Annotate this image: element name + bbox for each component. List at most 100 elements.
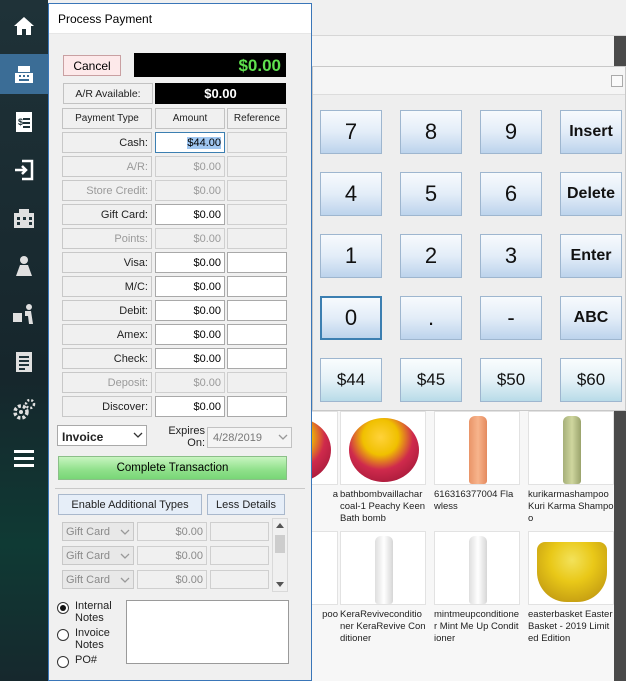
expires-date-picker[interactable]: 4/28/2019 — [207, 427, 292, 448]
payment-reference-field[interactable] — [227, 252, 287, 273]
additional-amount-field: $0.00 — [137, 522, 207, 541]
product-tile[interactable]: easterbasket Easter Basket - 2019 Limite… — [528, 531, 614, 645]
enable-additional-types-button[interactable]: Enable Additional Types — [58, 494, 202, 515]
additional-payment-row: Gift Card $0.00 — [62, 546, 272, 566]
keypad-key[interactable]: 2 — [400, 234, 462, 278]
payment-row: Store Credit: $0.00 — [62, 180, 287, 202]
payment-amount-value: $0.00 — [193, 209, 221, 221]
payment-amount-value: $44.00 — [187, 137, 221, 149]
sidebar-item-delivery[interactable] — [0, 294, 48, 334]
product-caption: KeraReviveconditioner KeraRevive Conditi… — [340, 609, 426, 644]
payment-row: Amex: $0.00 — [62, 324, 287, 346]
keypad-key[interactable]: 0 — [320, 296, 382, 340]
payment-amount-field[interactable]: $0.00 — [155, 348, 225, 369]
keypad-key[interactable]: 4 — [320, 172, 382, 216]
payment-reference-field[interactable] — [227, 132, 287, 153]
radio-label: Invoice Notes — [75, 627, 110, 651]
payment-amount-field: $0.00 — [155, 228, 225, 249]
note-radio-option[interactable]: Internal Notes — [57, 600, 115, 624]
sidebar-item-customers[interactable] — [0, 246, 48, 286]
payment-row: Gift Card: $0.00 — [62, 204, 287, 226]
payment-type-label: Deposit: — [62, 372, 152, 393]
keypad-key[interactable]: $50 — [480, 358, 542, 402]
keypad-key[interactable]: . — [400, 296, 462, 340]
total-due-display: $0.00 — [134, 53, 286, 77]
document-type-select[interactable]: Invoice — [57, 425, 147, 446]
payment-reference-field[interactable] — [227, 324, 287, 345]
keypad-key[interactable]: 7 — [320, 110, 382, 154]
keypad-key[interactable]: 6 — [480, 172, 542, 216]
keypad-close-button[interactable] — [611, 75, 623, 87]
complete-transaction-button[interactable]: Complete Transaction — [58, 456, 287, 480]
payment-reference-field[interactable] — [227, 348, 287, 369]
payment-reference-field[interactable] — [227, 396, 287, 417]
sidebar-item-menu[interactable] — [0, 438, 48, 478]
sidebar-item-settings[interactable] — [0, 390, 48, 430]
payment-type-label: Points: — [62, 228, 152, 249]
product-tile[interactable]: bathbombvaillacharcoal-1 Peachy Keen Bat… — [340, 411, 426, 525]
payment-amount-field[interactable]: $0.00 — [155, 300, 225, 321]
payment-amount-field[interactable]: $44.00 — [155, 132, 225, 153]
payment-reference-field[interactable] — [227, 300, 287, 321]
keypad-key[interactable]: ABC — [560, 296, 622, 340]
keypad-key[interactable]: $60 — [560, 358, 622, 402]
payment-amount-value: $0.00 — [193, 233, 221, 245]
keypad-key[interactable]: Insert — [560, 110, 622, 154]
keypad-key[interactable]: 8 — [400, 110, 462, 154]
keypad-key[interactable]: 9 — [480, 110, 542, 154]
product-tile[interactable]: mintmeupconditioner Mint Me Up Condition… — [434, 531, 520, 645]
payment-reference-field — [227, 228, 287, 249]
scrollbar-thumb[interactable] — [275, 535, 285, 553]
sidebar-item-reports[interactable] — [0, 342, 48, 382]
sidebar-item-register[interactable] — [0, 54, 48, 94]
product-grid: a bathbombvaillacharcoal-1 Peachy Keen Ba… — [252, 411, 614, 681]
note-radio-option[interactable]: Invoice Notes — [57, 627, 115, 651]
payment-amount-field[interactable]: $0.00 — [155, 324, 225, 345]
expires-date-value: 4/28/2019 — [213, 432, 262, 444]
product-tile[interactable]: KeraReviveconditioner KeraRevive Conditi… — [340, 531, 426, 645]
sidebar-item-invoice[interactable]: $ — [0, 102, 48, 142]
product-caption: mintmeupconditioner Mint Me Up Condition… — [434, 609, 520, 644]
product-caption: easterbasket Easter Basket - 2019 Limite… — [528, 609, 613, 644]
product-caption: 616316377004 Flawless — [434, 489, 514, 512]
keypad-key[interactable]: $44 — [320, 358, 382, 402]
payment-amount-field[interactable]: $0.00 — [155, 396, 225, 417]
keypad-key[interactable]: $45 — [400, 358, 462, 402]
radio-button[interactable] — [57, 629, 69, 641]
additional-rows-scrollbar[interactable] — [272, 518, 288, 592]
payment-reference-field[interactable] — [227, 276, 287, 297]
keypad-key[interactable]: Delete — [560, 172, 622, 216]
chevron-down-icon — [278, 434, 288, 440]
product-tile[interactable]: kurikarmashampoo Kuri Karma Shampoo — [528, 411, 614, 525]
svg-text:$: $ — [18, 117, 23, 127]
keypad-titlebar — [313, 67, 625, 95]
additional-type-value: Gift Card — [66, 526, 111, 538]
notes-textarea[interactable] — [126, 600, 289, 664]
sidebar-item-login[interactable] — [0, 150, 48, 190]
cancel-button[interactable]: Cancel — [63, 55, 121, 76]
radio-button[interactable] — [57, 602, 69, 614]
less-details-button[interactable]: Less Details — [207, 494, 285, 515]
payment-amount-value: $0.00 — [193, 161, 221, 173]
sidebar-item-building[interactable] — [0, 198, 48, 238]
additional-type-value: Gift Card — [66, 574, 111, 586]
payment-row: Check: $0.00 — [62, 348, 287, 370]
payment-amount-field[interactable]: $0.00 — [155, 276, 225, 297]
payment-type-label: Discover: — [62, 396, 152, 417]
radio-button[interactable] — [57, 656, 69, 668]
payment-amount-field[interactable]: $0.00 — [155, 252, 225, 273]
sidebar-item-home[interactable] — [0, 6, 48, 46]
keypad-key[interactable]: 1 — [320, 234, 382, 278]
keypad-key[interactable]: 5 — [400, 172, 462, 216]
product-tile[interactable]: 616316377004 Flawless — [434, 411, 520, 513]
keypad-key[interactable]: - — [480, 296, 542, 340]
payment-type-label: Check: — [62, 348, 152, 369]
keypad-key[interactable]: Enter — [560, 234, 622, 278]
reports-icon — [16, 352, 32, 372]
note-radio-option[interactable]: PO# — [57, 654, 115, 668]
payment-reference-field[interactable] — [227, 204, 287, 225]
keypad-key[interactable]: 3 — [480, 234, 542, 278]
payment-amount-field[interactable]: $0.00 — [155, 204, 225, 225]
payment-type-label: A/R: — [62, 156, 152, 177]
payment-reference-field — [227, 180, 287, 201]
